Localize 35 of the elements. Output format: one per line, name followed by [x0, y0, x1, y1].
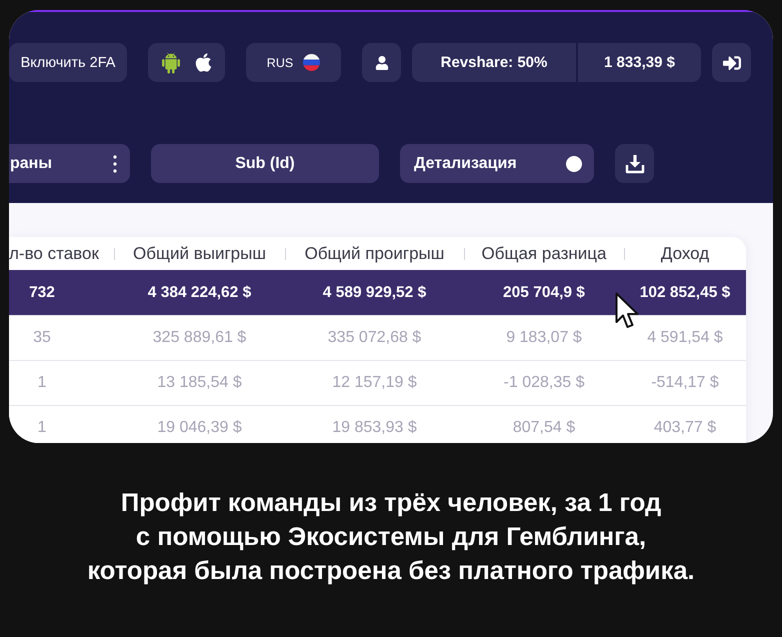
column-header: Общий выигрыш: [133, 244, 266, 264]
caption-text: Профит команды из трёх человек, за 1 год с помощью Экосистемы для Гемблинга, которая была построена без платного трафика.: [86, 488, 696, 587]
table-cell: -514,17 $: [624, 360, 746, 405]
user-icon: [374, 56, 388, 70]
download-button[interactable]: [615, 144, 654, 183]
column-header: Доход: [660, 244, 710, 264]
country-select[interactable]: раны: [9, 144, 130, 183]
mouse-pointer-icon: [615, 292, 641, 330]
android-icon: [159, 50, 183, 74]
apple-icon: [193, 52, 214, 73]
revshare-label: Revshare: 50%: [440, 53, 548, 73]
details-toggle[interactable]: Детализация: [400, 144, 594, 183]
balance-label: 1 833,39 $: [576, 43, 701, 82]
table-cell: 1: [9, 360, 114, 405]
mobile-apps-button[interactable]: [148, 43, 225, 82]
table-cell: 102 852,45 $: [624, 270, 746, 315]
table-cell: 403,77 $: [624, 405, 746, 443]
table-cell: 4 589 929,52 $: [285, 270, 464, 315]
table-cell: 205 704,9 $: [464, 270, 624, 315]
kebab-menu-icon: [113, 154, 117, 172]
table-cell: 1: [9, 405, 114, 443]
enable-2fa-button[interactable]: Включить 2FA: [9, 43, 127, 82]
sub-id-button[interactable]: Sub (Id): [151, 144, 379, 183]
login-button[interactable]: [712, 43, 751, 82]
column-header: л-во ставок: [9, 244, 99, 264]
download-icon: [624, 154, 644, 174]
table-cell: 732: [9, 270, 114, 315]
sign-in-icon: [722, 54, 740, 72]
flag-icon: [303, 54, 320, 71]
table-cell: 35: [9, 315, 114, 360]
table-cell: 4 384 224,62 $: [114, 270, 285, 315]
profile-button[interactable]: [362, 43, 401, 82]
column-header: Общий проигрыш: [304, 244, 444, 264]
column-header: Общая разница: [482, 244, 606, 264]
language-button[interactable]: RUS: [246, 43, 341, 82]
